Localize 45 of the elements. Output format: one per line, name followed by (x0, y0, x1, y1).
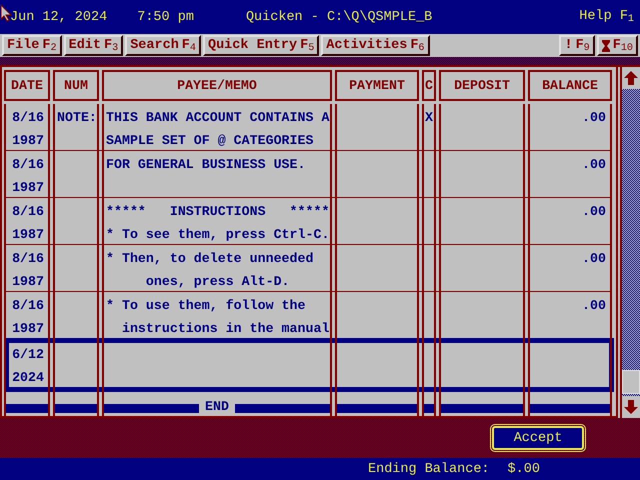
menu-item[interactable]: Quick Entry F$_{5}$ (202, 35, 320, 56)
cleared-cell (422, 198, 436, 244)
menu-item[interactable]: File F$_{2}$ (2, 35, 62, 56)
column-header: NUM (53, 70, 99, 101)
register-row[interactable]: 8/16 1987 * To use them, follow the instructions in the manual .00 (4, 292, 614, 338)
help-link[interactable]: Help F$_{1}$ (579, 9, 634, 25)
shortcut-button[interactable]: ! F$_{9}$ (559, 35, 595, 56)
ending-balance-label: Ending Balance: (368, 462, 490, 476)
window-title: Quicken - C:\Q\QSMPLE_B (246, 10, 432, 24)
mouse-pointer-icon (0, 4, 12, 22)
cleared-cell: X (422, 104, 436, 150)
register-row[interactable]: 6/12 2024 (4, 338, 614, 392)
num-cell (53, 292, 99, 338)
register-row[interactable]: 8/16 1987 FOR GENERAL BUSINESS USE. .00 (4, 151, 614, 198)
end-bar (424, 404, 434, 413)
date-text: Jun 12, 2024 (10, 10, 108, 24)
end-bar (55, 404, 97, 413)
ending-balance-value: $.00 (508, 462, 540, 476)
column-header: C (422, 70, 436, 101)
menu-item[interactable]: Activities F$_{6}$ (321, 35, 430, 56)
calculator-button[interactable]: F$_{10}$ (596, 35, 638, 56)
register-row[interactable]: 8/16 1987 ***** INSTRUCTIONS ***** * To see them, press Ctrl-C. .00 (4, 198, 614, 245)
memo-cell: * To use them, follow the instructions in the manual (102, 292, 332, 338)
balance-cell: .00 (528, 292, 612, 338)
column-header: DEPOSIT (439, 70, 525, 101)
accept-button[interactable]: Accept (492, 426, 584, 450)
menu-item[interactable]: Edit F$_{3}$ (64, 35, 124, 56)
date-cell: 8/16 1987 (4, 292, 50, 338)
hourglass-icon (602, 40, 610, 52)
scrollbar[interactable] (620, 67, 640, 418)
column-header: BALANCE (528, 70, 612, 101)
scroll-thumb[interactable] (622, 370, 640, 394)
end-marker: END (205, 400, 229, 414)
column-header: PAYMENT (335, 70, 419, 101)
column-header: DATE (4, 70, 50, 101)
cleared-cell (422, 151, 436, 197)
time-text: 7:50 pm (137, 10, 194, 24)
menu-item[interactable]: Search F$_{4}$ (125, 35, 201, 56)
column-header: PAYEE/MEMO (102, 70, 332, 101)
register-row[interactable]: 8/16 1987 NOTE: THIS BANK ACCOUNT CONTAINS A SAMPLE SET OF @ CATEGORIES X .00 (4, 104, 614, 151)
end-bar (6, 404, 48, 413)
register-row[interactable]: 8/16 1987 * Then, to delete unneeded ones, press Alt-D. .00 (4, 245, 614, 292)
date-cell: 6/12 2024 (4, 338, 50, 392)
cleared-cell (422, 292, 436, 338)
cleared-cell (422, 245, 436, 291)
